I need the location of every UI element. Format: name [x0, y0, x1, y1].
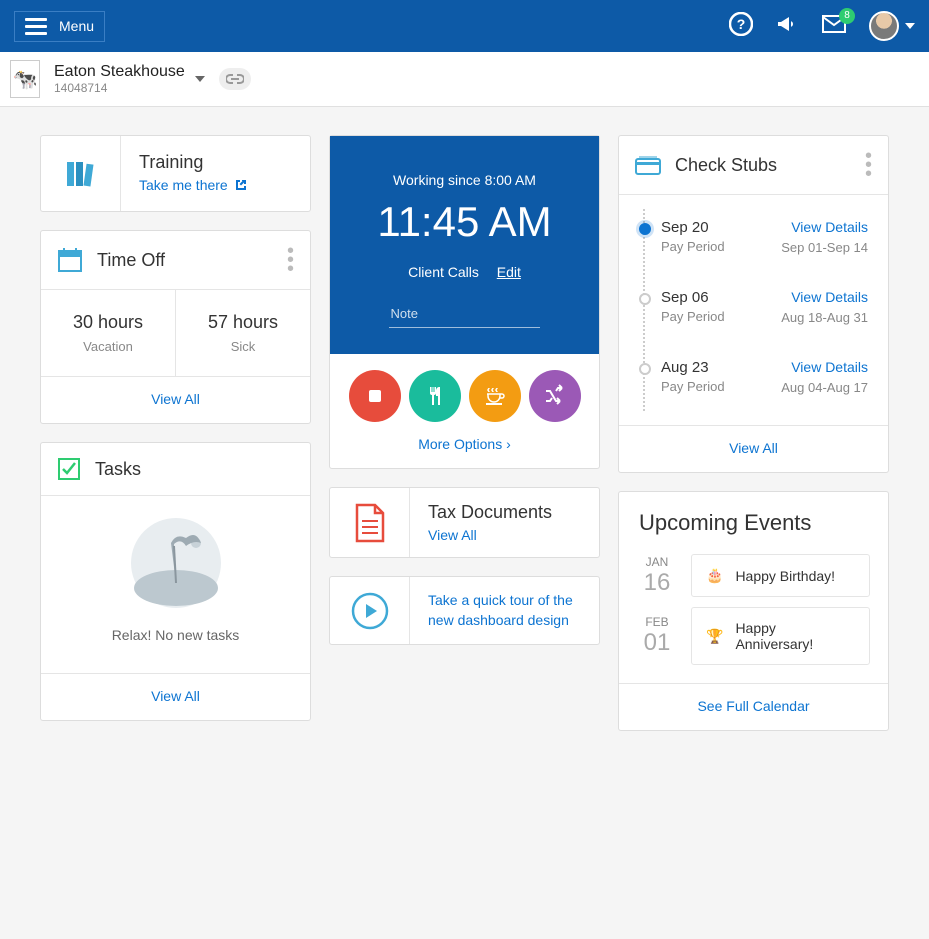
events-title: Upcoming Events: [619, 492, 888, 554]
trophy-icon: 🏆: [706, 628, 723, 645]
current-time: 11:45 AM: [356, 198, 573, 246]
more-menu-button[interactable]: •••: [287, 245, 294, 275]
see-full-calendar[interactable]: See Full Calendar: [697, 698, 809, 714]
birthday-cake-icon: 🎂: [706, 567, 723, 584]
event-row: FEB 01 🏆 Happy Anniversary!: [637, 607, 870, 665]
check-stub-row: Sep 20 Pay Period View Details Sep 01-Se…: [647, 205, 868, 275]
view-details-link[interactable]: View Details: [791, 359, 868, 375]
hamburger-icon: [25, 18, 47, 35]
working-since: Working since 8:00 AM: [356, 172, 573, 188]
meal-break-button[interactable]: [409, 370, 461, 422]
calendar-icon: [57, 247, 83, 273]
event-item[interactable]: 🎂 Happy Birthday!: [691, 554, 870, 597]
svg-text:?: ?: [737, 16, 746, 32]
chevron-down-icon: [195, 76, 205, 82]
training-icon: [63, 156, 99, 192]
menu-button[interactable]: Menu: [14, 11, 105, 42]
tour-link: Take a quick tour of the new dashboard d…: [428, 591, 581, 630]
user-menu[interactable]: [869, 11, 915, 41]
tour-card[interactable]: Take a quick tour of the new dashboard d…: [329, 576, 600, 645]
tasks-view-all[interactable]: View All: [151, 688, 200, 704]
timeclock-card: Working since 8:00 AM 11:45 AM Client Ca…: [329, 135, 600, 469]
menu-label: Menu: [59, 18, 94, 34]
company-selector[interactable]: Eaton Steakhouse 14048714: [54, 63, 205, 95]
chevron-down-icon: [905, 23, 915, 29]
company-id: 14048714: [54, 81, 185, 95]
company-name: Eaton Steakhouse: [54, 63, 185, 81]
training-link[interactable]: Take me there: [139, 177, 248, 193]
paycheck-icon: [635, 155, 661, 175]
transfer-button[interactable]: [529, 370, 581, 422]
check-stub-row: Sep 06 Pay Period View Details Aug 18-Au…: [647, 275, 868, 345]
notification-badge: 8: [839, 8, 855, 24]
more-options-link[interactable]: More Options ›: [330, 428, 599, 468]
coffee-break-button[interactable]: [469, 370, 521, 422]
tax-docs-title: Tax Documents: [428, 502, 581, 523]
timeoff-card: Time Off ••• 30 hours Vacation 57 hours …: [40, 230, 311, 424]
tax-docs-view-all[interactable]: View All: [428, 527, 581, 543]
external-link-icon: [234, 178, 248, 192]
play-icon: [350, 591, 390, 631]
checkbox-icon: [57, 457, 81, 481]
check-stub-row: Aug 23 Pay Period View Details Aug 04-Au…: [647, 345, 868, 415]
more-menu-button[interactable]: •••: [865, 150, 872, 180]
current-task: Client Calls: [408, 264, 479, 280]
timeoff-view-all[interactable]: View All: [151, 391, 200, 407]
avatar: [869, 11, 899, 41]
link-icon[interactable]: [219, 68, 251, 90]
check-stubs-card: Check Stubs ••• Sep 20 Pay Period View D…: [618, 135, 889, 473]
timeoff-balance-vacation: 30 hours Vacation: [41, 290, 176, 376]
tax-documents-card: Tax Documents View All: [329, 487, 600, 558]
training-card: Training Take me there: [40, 135, 311, 212]
chevron-right-icon: ›: [506, 436, 511, 452]
upcoming-events-card: Upcoming Events JAN 16 🎂 Happy Birthday!…: [618, 491, 889, 731]
timeoff-title: Time Off: [97, 250, 273, 271]
company-logo: 🐄: [10, 60, 40, 98]
document-icon: [353, 503, 387, 543]
stop-button[interactable]: [349, 370, 401, 422]
event-item[interactable]: 🏆 Happy Anniversary!: [691, 607, 870, 665]
tasks-empty-message: Relax! No new tasks: [51, 627, 300, 643]
beach-icon: [126, 518, 226, 608]
event-row: JAN 16 🎂 Happy Birthday!: [637, 554, 870, 597]
megaphone-icon[interactable]: [775, 12, 799, 41]
edit-task-link[interactable]: Edit: [497, 264, 521, 280]
check-stubs-title: Check Stubs: [675, 155, 851, 176]
check-stubs-view-all[interactable]: View All: [729, 440, 778, 456]
tasks-title: Tasks: [95, 459, 294, 480]
view-details-link[interactable]: View Details: [791, 219, 868, 235]
training-title: Training: [139, 152, 292, 173]
tasks-card: Tasks Relax! No new tasks View All: [40, 442, 311, 721]
mail-icon[interactable]: 8: [821, 14, 847, 39]
view-details-link[interactable]: View Details: [791, 289, 868, 305]
timeoff-balance-sick: 57 hours Sick: [176, 290, 310, 376]
help-icon[interactable]: ?: [729, 12, 753, 41]
note-input[interactable]: [389, 300, 541, 328]
